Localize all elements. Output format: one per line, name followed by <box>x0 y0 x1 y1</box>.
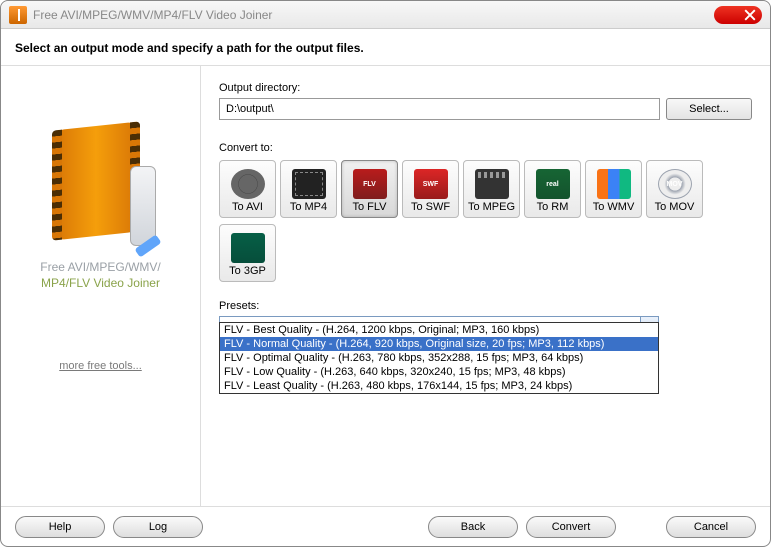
ic-mpeg-icon <box>475 169 509 199</box>
format-to-flv[interactable]: FLV To FLV <box>341 160 398 218</box>
format-to-mp4[interactable]: To MP4 <box>280 160 337 218</box>
convert-button[interactable]: Convert <box>526 516 616 538</box>
format-to-mov[interactable]: MOV To MOV <box>646 160 703 218</box>
app-icon <box>9 6 27 24</box>
ic-flv-icon: FLV <box>353 169 387 199</box>
preset-option[interactable]: FLV - Low Quality - (H.263, 640 kbps, 32… <box>220 365 658 379</box>
logo-line1: Free AVI/MPEG/WMV/ <box>40 260 160 274</box>
format-label: To MPEG <box>468 201 515 213</box>
format-label: To MP4 <box>290 201 327 213</box>
format-label: To SWF <box>411 201 450 213</box>
format-to-rm[interactable]: real To RM <box>524 160 581 218</box>
presets-dropdown[interactable]: FLV - Best Quality - (H.264, 1200 kbps, … <box>219 322 659 394</box>
content-panel: Output directory: Select... Convert to: … <box>201 66 770 506</box>
convert-to-label: Convert to: <box>219 142 752 154</box>
sidebar: Free AVI/MPEG/WMV/ MP4/FLV Video Joiner … <box>1 66 201 506</box>
format-row-1: To AVI To MP4 FLV To FLV SWF To SWF To MPEG rea… <box>219 160 752 218</box>
footer: Help Log Back Convert Cancel <box>1 506 770 546</box>
format-to-mpeg[interactable]: To MPEG <box>463 160 520 218</box>
format-row-2: To 3GP <box>219 224 752 282</box>
log-button[interactable]: Log <box>113 516 203 538</box>
main-area: Free AVI/MPEG/WMV/ MP4/FLV Video Joiner … <box>1 66 770 506</box>
format-to-avi[interactable]: To AVI <box>219 160 276 218</box>
app-window: Free AVI/MPEG/WMV/MP4/FLV Video Joiner S… <box>0 0 771 547</box>
window-title: Free AVI/MPEG/WMV/MP4/FLV Video Joiner <box>33 8 714 22</box>
more-tools-link[interactable]: more free tools... <box>59 360 142 372</box>
preset-option[interactable]: FLV - Normal Quality - (H.264, 920 kbps,… <box>220 337 658 351</box>
format-label: To RM <box>537 201 569 213</box>
ic-rm-icon: real <box>536 169 570 199</box>
ic-wmv-icon <box>597 169 631 199</box>
format-label: To WMV <box>593 201 635 213</box>
back-button[interactable]: Back <box>428 516 518 538</box>
format-label: To MOV <box>655 201 695 213</box>
format-to-wmv[interactable]: To WMV <box>585 160 642 218</box>
format-label: To FLV <box>352 201 386 213</box>
titlebar: Free AVI/MPEG/WMV/MP4/FLV Video Joiner <box>1 1 770 29</box>
logo-image <box>46 126 156 246</box>
format-to-swf[interactable]: SWF To SWF <box>402 160 459 218</box>
format-label: To 3GP <box>229 265 266 277</box>
preset-option[interactable]: FLV - Best Quality - (H.264, 1200 kbps, … <box>220 323 658 337</box>
instruction-text: Select an output mode and specify a path… <box>1 29 770 66</box>
ic-mov-icon: MOV <box>658 169 692 199</box>
close-button[interactable] <box>714 6 762 24</box>
output-dir-label: Output directory: <box>219 82 752 94</box>
preset-option[interactable]: FLV - Optimal Quality - (H.263, 780 kbps… <box>220 351 658 365</box>
ic-mp4-icon <box>292 169 326 199</box>
ic-avi-icon <box>231 169 265 199</box>
logo-line2: MP4/FLV Video Joiner <box>41 276 160 290</box>
select-dir-button[interactable]: Select... <box>666 98 752 120</box>
format-label: To AVI <box>232 201 263 213</box>
preset-option[interactable]: FLV - Least Quality - (H.263, 480 kbps, … <box>220 379 658 393</box>
ic-swf-icon: SWF <box>414 169 448 199</box>
close-icon <box>744 9 756 21</box>
presets-label: Presets: <box>219 300 752 312</box>
ic-3gp-icon <box>231 233 265 263</box>
format-to-3gp[interactable]: To 3GP <box>219 224 276 282</box>
help-button[interactable]: Help <box>15 516 105 538</box>
cancel-button[interactable]: Cancel <box>666 516 756 538</box>
output-dir-input[interactable] <box>219 98 660 120</box>
